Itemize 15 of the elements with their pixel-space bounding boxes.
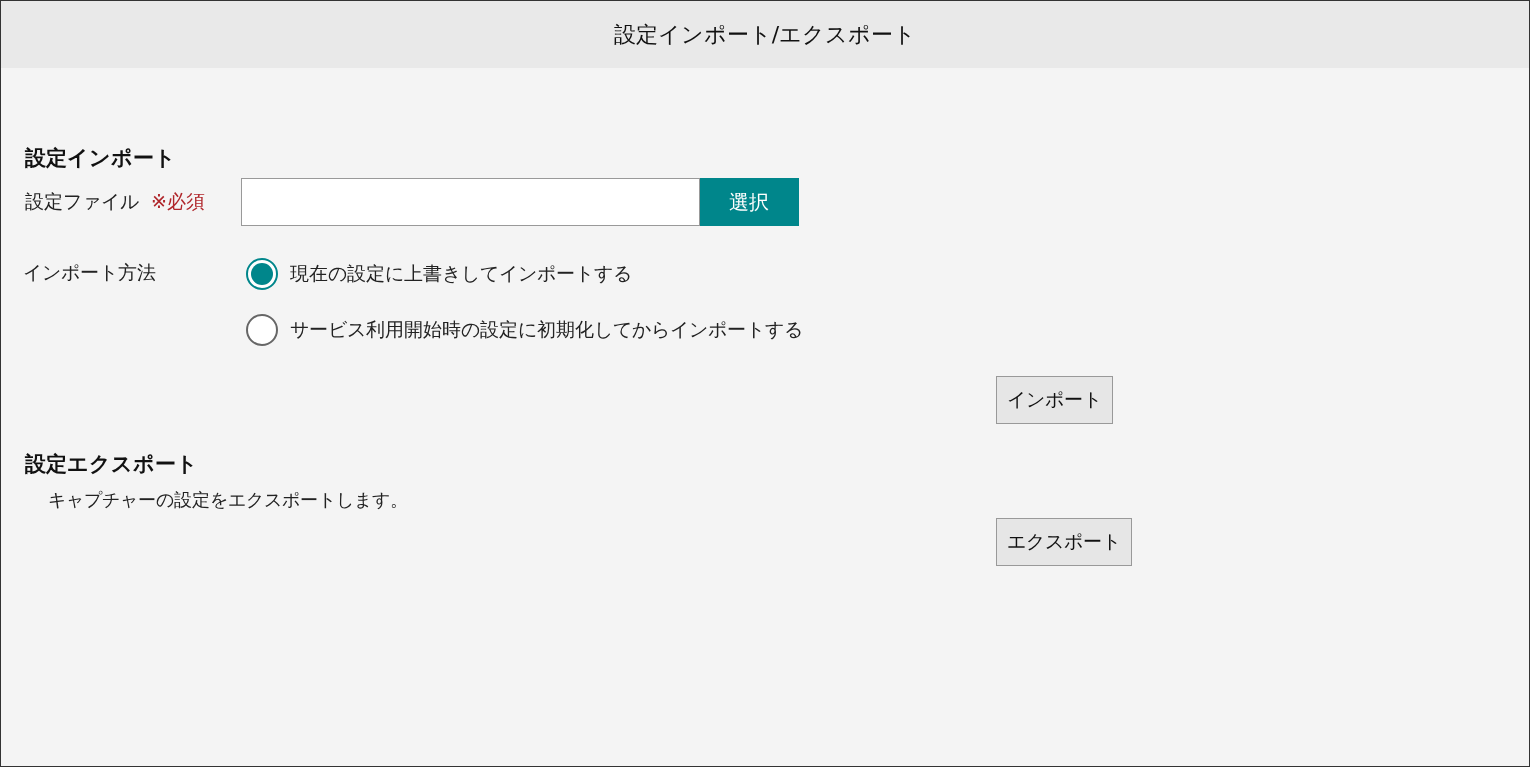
file-field[interactable] [240,178,700,226]
section-heading: 設定インポート [25,145,177,172]
radio-button[interactable] [246,314,278,346]
window-title: 設定インポート/エクスポート [613,20,917,49]
required-mark: ※必須 [151,189,205,214]
section-heading: 設定エクスポート [25,451,199,478]
export-button[interactable]: エクスポート [996,518,1132,566]
radio-button[interactable] [246,258,278,290]
radio-label[interactable]: サービス利用開始時の設定に初期化してからインポートする [290,317,803,343]
description-text: キャプチャーの設定をエクスポートします。 [48,488,409,512]
field-label: 設定ファイル [25,189,139,214]
radio-label[interactable]: 現在の設定に上書きしてインポートする [290,261,632,287]
select-button[interactable]: 選択 [699,178,799,226]
field-label: インポート方法 [23,260,157,285]
import-button[interactable]: インポート [996,376,1113,424]
